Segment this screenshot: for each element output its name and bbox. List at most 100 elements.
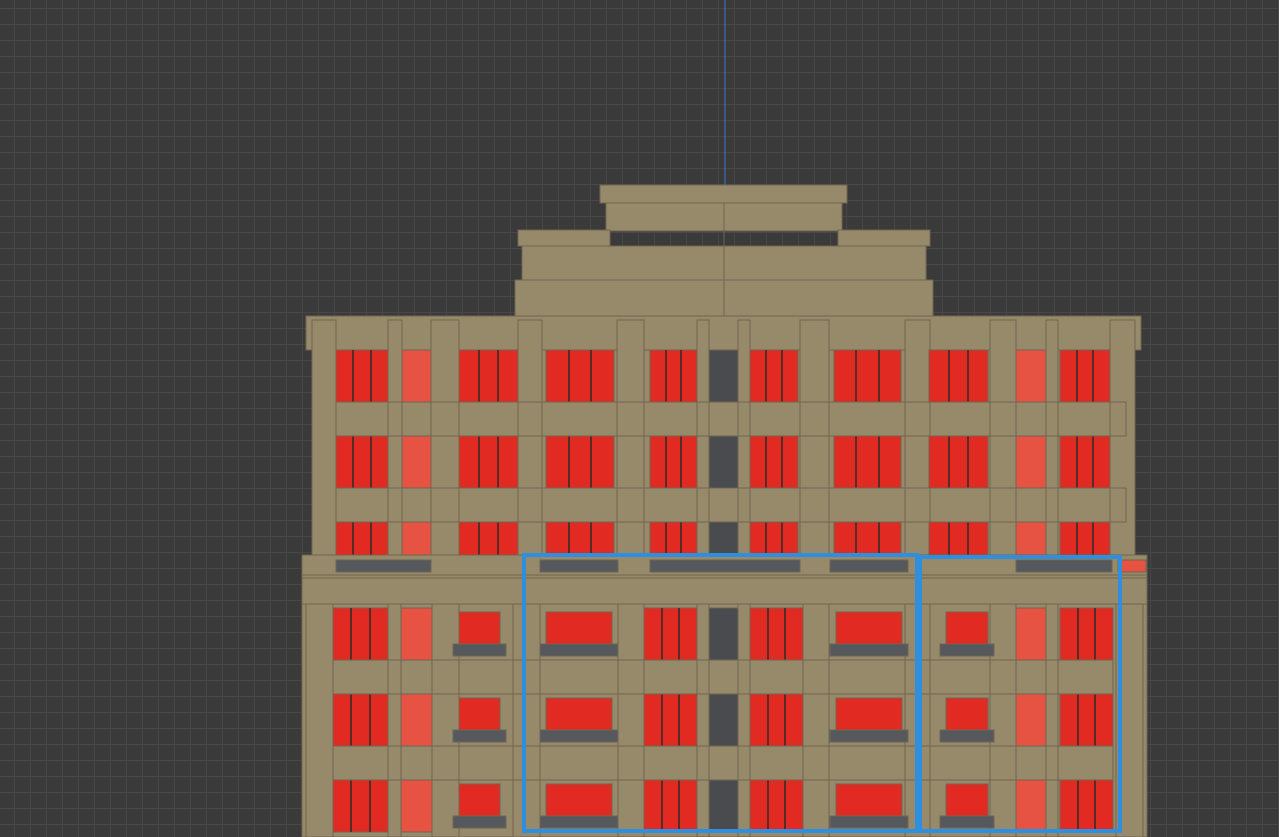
balcony-railing <box>939 729 995 743</box>
window <box>458 435 519 489</box>
window <box>1059 435 1111 489</box>
window <box>545 349 615 403</box>
upper-pilaster <box>1109 319 1136 566</box>
window <box>749 779 804 833</box>
lower-pilaster <box>802 603 830 837</box>
window <box>833 349 902 403</box>
window <box>332 607 389 661</box>
window <box>1015 349 1047 403</box>
balcony-railing <box>452 815 507 829</box>
upper-pilaster <box>616 319 645 566</box>
balcony-railing <box>452 729 507 743</box>
lower-pilaster <box>512 603 541 837</box>
balcony-window <box>458 611 501 649</box>
balcony-window <box>545 611 613 649</box>
upper-pilaster <box>904 319 931 566</box>
upper-pilaster <box>311 319 337 566</box>
balcony-edge <box>1117 559 1147 573</box>
window <box>400 779 433 833</box>
window <box>833 435 902 489</box>
balcony-railing <box>829 815 909 829</box>
upper-pilaster <box>799 319 830 566</box>
window <box>749 349 799 403</box>
window <box>749 693 804 747</box>
window <box>928 521 989 561</box>
balcony-window <box>945 611 989 649</box>
window <box>332 779 389 833</box>
window <box>400 693 433 747</box>
dark-panel <box>708 349 739 403</box>
window <box>335 349 389 403</box>
lower-pilaster <box>387 603 402 837</box>
lower-pilaster <box>696 603 710 837</box>
balcony-railing <box>829 559 909 573</box>
window <box>545 435 615 489</box>
window <box>928 349 989 403</box>
balcony-railing <box>939 643 995 657</box>
dark-panel <box>708 693 739 747</box>
balcony-railing <box>829 729 909 743</box>
window <box>643 607 698 661</box>
window <box>401 435 432 489</box>
window <box>749 435 799 489</box>
lower-pilaster <box>305 603 334 837</box>
building-elevation-drawing[interactable] <box>0 0 1279 837</box>
balcony-railing <box>539 729 619 743</box>
balcony-railing <box>335 559 432 573</box>
window <box>1015 435 1047 489</box>
dark-panel <box>708 779 739 833</box>
drawing-viewport[interactable]: selected-window-group <box>0 0 1279 837</box>
balcony-window <box>945 697 989 735</box>
balcony-window <box>545 697 613 735</box>
balcony-window <box>945 783 989 821</box>
window <box>649 435 698 489</box>
upper-pilaster <box>989 319 1017 566</box>
balcony-window <box>835 783 903 821</box>
balcony-railing <box>829 643 909 657</box>
window <box>335 435 389 489</box>
window <box>643 693 698 747</box>
upper-pilaster <box>387 319 403 566</box>
window <box>400 607 433 661</box>
balcony-window <box>458 697 501 735</box>
window <box>1059 521 1111 561</box>
balcony-railing <box>452 643 507 657</box>
balcony-railing <box>539 815 619 829</box>
balcony-railing <box>939 815 995 829</box>
window <box>1059 693 1114 747</box>
window <box>749 607 804 661</box>
upper-pilaster <box>737 319 751 566</box>
window <box>1015 521 1047 561</box>
window <box>401 521 432 561</box>
window <box>649 349 698 403</box>
dark-panel <box>708 435 739 489</box>
window <box>458 521 519 561</box>
balcony-window <box>835 697 903 735</box>
upper-pilaster <box>430 319 460 566</box>
balcony-railing <box>1015 559 1113 573</box>
upper-pilaster <box>1045 319 1059 566</box>
window <box>1059 779 1114 833</box>
window <box>401 349 432 403</box>
balcony-railing <box>649 559 801 573</box>
lower-pilaster <box>989 603 1017 837</box>
roof-cap <box>599 184 848 204</box>
window <box>332 693 389 747</box>
balcony-railing <box>539 559 619 573</box>
window <box>335 521 389 561</box>
lower-pilaster <box>431 603 460 837</box>
window <box>643 779 698 833</box>
window <box>928 435 989 489</box>
balcony-window <box>545 783 613 821</box>
upper-pilaster <box>696 319 710 566</box>
balcony-window <box>458 783 501 821</box>
balcony-railing <box>539 643 619 657</box>
window <box>1015 779 1047 833</box>
window <box>1059 349 1111 403</box>
roof-right-cornice <box>837 229 931 247</box>
dark-panel <box>708 607 739 661</box>
roof-left-cornice <box>517 229 611 247</box>
lower-pilaster <box>617 603 645 837</box>
window <box>1015 693 1047 747</box>
upper-pilaster <box>517 319 543 566</box>
